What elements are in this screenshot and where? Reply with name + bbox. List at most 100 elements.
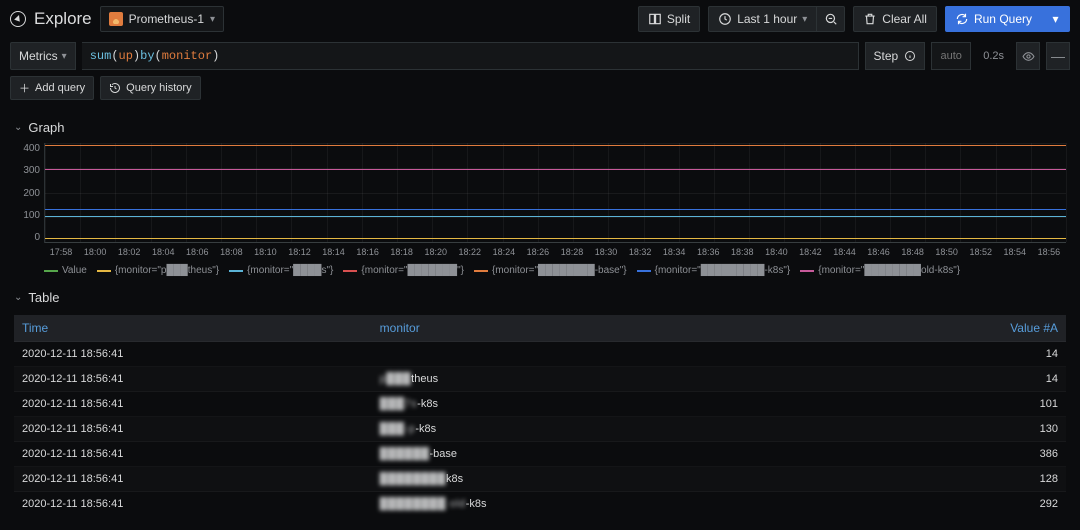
query-timing: 0.2s xyxy=(977,50,1010,62)
graph-x-axis: 17:5818:0018:0218:0418:0618:0818:1018:12… xyxy=(44,243,1066,257)
datasource-label: Prometheus-1 xyxy=(129,12,204,26)
cell-time: 2020-12-11 18:56:41 xyxy=(14,417,372,442)
series-line xyxy=(45,145,1066,146)
column-header-value[interactable]: Value #A xyxy=(719,315,1066,342)
cell-value: 14 xyxy=(719,367,1066,392)
add-query-label: Add query xyxy=(35,82,85,94)
series-line xyxy=(45,238,1066,239)
legend-swatch xyxy=(229,270,243,272)
legend-item[interactable]: {monitor="█████████-k8s"} xyxy=(637,265,791,276)
info-icon[interactable] xyxy=(904,50,916,62)
legend-label: {monitor="████s"} xyxy=(247,265,333,276)
legend-item[interactable]: {monitor="████████-base"} xyxy=(474,265,627,276)
legend-item[interactable]: {monitor="███████"} xyxy=(343,265,464,276)
minus-icon: — xyxy=(1051,49,1065,63)
x-tick: 18:22 xyxy=(453,247,487,257)
sync-icon xyxy=(955,12,969,26)
table-row[interactable]: 2020-12-11 18:56:4114 xyxy=(14,342,1066,367)
table-section: ⌄ Table Time monitor Value #A 2020-12-11… xyxy=(0,276,1080,530)
cell-monitor: ████████ old-k8s xyxy=(372,492,719,517)
eye-icon xyxy=(1022,50,1035,63)
x-tick: 18:00 xyxy=(78,247,112,257)
x-tick: 18:44 xyxy=(827,247,861,257)
cell-time: 2020-12-11 18:56:41 xyxy=(14,492,372,517)
table-row[interactable]: 2020-12-11 18:56:41████████k8s128 xyxy=(14,467,1066,492)
legend-item[interactable]: {monitor="████s"} xyxy=(229,265,333,276)
graph-section: ⌄ Graph 4003002001000 17:5818:0018:0218:… xyxy=(0,106,1080,276)
cell-value: 128 xyxy=(719,467,1066,492)
datasource-picker[interactable]: Prometheus-1 ▾ xyxy=(100,6,224,32)
x-tick: 18:26 xyxy=(521,247,555,257)
legend-swatch xyxy=(800,270,814,272)
graph-plot-area[interactable] xyxy=(44,143,1066,243)
time-range-button[interactable]: Last 1 hour ▾ xyxy=(708,6,817,32)
x-tick: 18:46 xyxy=(862,247,896,257)
topbar: Explore Prometheus-1 ▾ Split Last 1 hour… xyxy=(0,0,1080,38)
legend-label: {monitor="p███theus"} xyxy=(115,265,219,276)
legend-item[interactable]: Value xyxy=(44,265,87,276)
table-row[interactable]: 2020-12-11 18:56:41███-p-k8s130 xyxy=(14,417,1066,442)
y-tick: 0 xyxy=(14,232,40,243)
x-tick: 18:02 xyxy=(112,247,146,257)
cell-monitor: ███-p-k8s xyxy=(372,417,719,442)
cell-time: 2020-12-11 18:56:41 xyxy=(14,442,372,467)
table-row[interactable]: 2020-12-11 18:56:41████████ old-k8s292 xyxy=(14,492,1066,517)
split-button[interactable]: Split xyxy=(638,6,700,32)
x-tick: 18:34 xyxy=(657,247,691,257)
clear-all-label: Clear All xyxy=(882,12,927,26)
table-row[interactable]: 2020-12-11 18:56:41███7s-k8s101 xyxy=(14,392,1066,417)
cell-time: 2020-12-11 18:56:41 xyxy=(14,392,372,417)
run-query-options-button[interactable]: ▾ xyxy=(1042,6,1070,32)
metrics-label: Metrics xyxy=(19,49,58,63)
x-tick: 18:56 xyxy=(1032,247,1066,257)
zoom-out-button[interactable] xyxy=(817,6,845,32)
x-tick: 18:06 xyxy=(180,247,214,257)
x-tick: 18:42 xyxy=(793,247,827,257)
add-query-button[interactable]: ＋ Add query xyxy=(10,76,94,100)
query-tools-row: ＋ Add query Query history xyxy=(0,70,1080,106)
graph-section-title: Graph xyxy=(28,120,64,135)
table-row[interactable]: 2020-12-11 18:56:41p███theus14 xyxy=(14,367,1066,392)
remove-query-button[interactable]: — xyxy=(1046,42,1070,70)
token-identifier: up xyxy=(119,49,133,63)
token-identifier: monitor xyxy=(162,49,212,63)
cell-time: 2020-12-11 18:56:41 xyxy=(14,467,372,492)
column-header-monitor[interactable]: monitor xyxy=(372,315,719,342)
y-tick: 400 xyxy=(14,143,40,154)
token-function: sum xyxy=(90,49,112,63)
x-tick: 18:12 xyxy=(282,247,316,257)
x-tick: 18:28 xyxy=(555,247,589,257)
query-history-button[interactable]: Query history xyxy=(100,76,200,100)
x-tick: 18:54 xyxy=(998,247,1032,257)
table-row[interactable]: 2020-12-11 18:56:41██████-base386 xyxy=(14,442,1066,467)
legend-label: {monitor="████████-base"} xyxy=(492,265,627,276)
results-table: Time monitor Value #A 2020-12-11 18:56:4… xyxy=(14,315,1066,516)
x-tick: 18:52 xyxy=(964,247,998,257)
x-tick: 18:16 xyxy=(351,247,385,257)
graph-canvas[interactable]: 4003002001000 xyxy=(14,139,1066,243)
legend-label: {monitor="█████████-k8s"} xyxy=(655,265,791,276)
toggle-visibility-button[interactable] xyxy=(1016,42,1040,70)
query-history-label: Query history xyxy=(126,82,191,94)
x-tick: 18:14 xyxy=(317,247,351,257)
series-line xyxy=(45,216,1066,217)
clear-all-button[interactable]: Clear All xyxy=(853,6,937,32)
column-header-time[interactable]: Time xyxy=(14,315,372,342)
metrics-browser-button[interactable]: Metrics ▾ xyxy=(10,42,76,70)
legend-label: {monitor="████████old-k8s"} xyxy=(818,265,960,276)
clock-icon xyxy=(718,12,732,26)
legend-item[interactable]: {monitor="p███theus"} xyxy=(97,265,219,276)
x-tick: 18:10 xyxy=(248,247,282,257)
run-query-button[interactable]: Run Query xyxy=(945,6,1042,32)
chevron-down-icon: ▾ xyxy=(62,51,67,62)
cell-time: 2020-12-11 18:56:41 xyxy=(14,367,372,392)
x-tick: 18:48 xyxy=(896,247,930,257)
run-query-label: Run Query xyxy=(974,12,1032,26)
legend-item[interactable]: {monitor="████████old-k8s"} xyxy=(800,265,960,276)
query-input[interactable]: sum(up)by(monitor) xyxy=(82,42,859,70)
table-section-toggle[interactable]: ⌄ Table xyxy=(14,286,1066,309)
cell-monitor: p███theus xyxy=(372,367,719,392)
step-input[interactable] xyxy=(931,42,971,70)
table-section-title: Table xyxy=(28,290,59,305)
graph-section-toggle[interactable]: ⌄ Graph xyxy=(14,116,1066,139)
